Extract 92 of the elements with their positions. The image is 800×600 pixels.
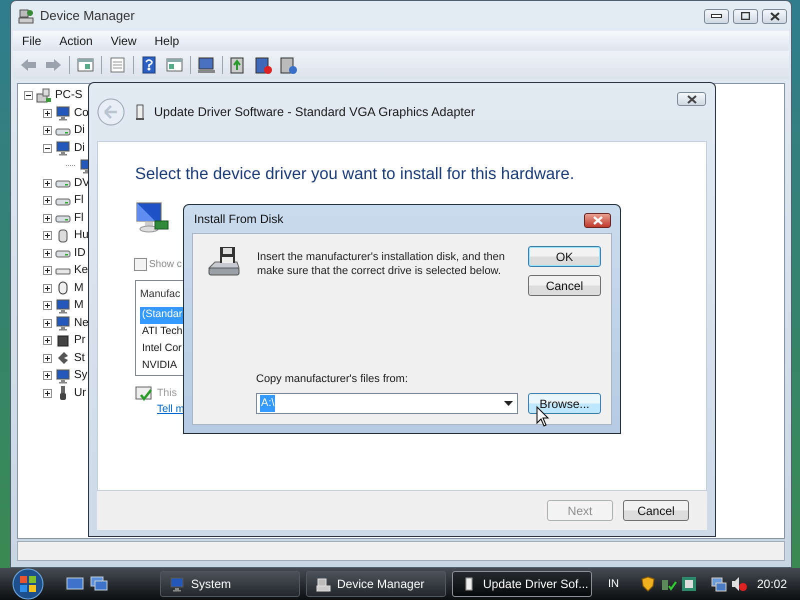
list-item[interactable]: NVIDIA [140,358,178,375]
tree-item[interactable]: Co [74,104,89,122]
collapse-icon[interactable] [24,91,33,100]
tree-item[interactable]: Fl [74,192,84,210]
close-icon [592,216,604,225]
expand-icon[interactable] [43,248,52,258]
tree-item[interactable]: Ne [74,314,89,332]
taskbar-button[interactable]: Update Driver Sof... [452,571,592,597]
maximize-button[interactable] [733,8,758,24]
device-icon [55,368,71,384]
menu-item[interactable]: Help [146,32,188,50]
tree-item[interactable]: Ke [74,262,88,280]
device-icon [55,105,71,122]
device-manager-icon [315,576,331,592]
tree-item[interactable]: M [74,297,84,314]
list-item[interactable]: Intel Cor [140,340,183,358]
certificate-icon [135,386,153,402]
expand-icon[interactable] [43,214,52,223]
language-indicator[interactable]: IN [608,576,619,592]
tree-item[interactable]: Di [74,140,85,157]
collapse-icon[interactable] [43,144,52,153]
computer-icon [169,576,185,592]
expand-icon[interactable] [43,196,52,206]
minimize-icon [711,14,722,18]
close-button[interactable] [584,213,611,228]
expand-icon[interactable] [43,126,52,136]
expand-icon[interactable] [43,301,52,310]
checkbox[interactable] [134,258,147,271]
message-text: Insert the manufacturer's installation disk, and then make sure that the correct drive is selected below. [257,250,506,279]
close-icon [770,12,780,20]
device-icon [55,298,71,314]
menu-item[interactable]: Action [50,32,102,50]
close-button[interactable] [762,8,787,24]
tree-item[interactable]: Pr [74,332,86,350]
device-icon [55,315,71,332]
field-label: Copy manufacturer's files from: [256,372,409,386]
taskbar-button[interactable]: Device Manager [306,571,446,597]
close-button[interactable] [677,92,706,106]
expand-icon[interactable] [43,388,52,398]
expand-icon[interactable] [43,336,52,346]
volume-muted-icon[interactable] [731,576,747,592]
maximize-icon [741,12,750,20]
computer-icon [36,88,52,104]
expand-icon[interactable] [43,108,52,118]
ok-button[interactable]: OK [528,246,601,267]
cancel-button[interactable]: Cancel [528,275,601,296]
dialog-title: Update Driver Software - Standard VGA Graphics Adapter [154,104,475,121]
close-icon [686,94,698,104]
cancel-button[interactable]: Cancel [623,500,689,521]
tree-item[interactable]: PC-S [55,87,82,104]
device-icon [55,140,71,156]
device-icon [55,332,71,349]
clock[interactable]: 20:02 [757,575,788,593]
expand-icon[interactable] [43,371,52,380]
dialog-title: Install From Disk [194,211,284,228]
window-title: Device Manager [40,7,135,26]
taskbar-button[interactable]: System [160,571,300,597]
expand-icon[interactable] [43,231,52,240]
expand-icon[interactable] [43,354,52,363]
tree-item[interactable]: Ur [74,384,86,402]
expand-icon[interactable] [43,318,52,328]
tree-item[interactable]: Di [74,122,85,140]
device-manager-icon [17,7,35,25]
tree-item[interactable]: ID [74,244,86,262]
tree-item[interactable]: Hu [74,227,89,244]
expand-icon[interactable] [43,178,52,188]
tree-item[interactable]: M [74,280,84,297]
panel-icon[interactable] [76,56,95,74]
shield-icon[interactable] [641,576,657,592]
browse-button[interactable]: Browse... [528,393,601,414]
checkbox-label: Show c [149,258,182,272]
graphics-card-icon [134,103,146,121]
tree-item[interactable]: St [74,350,85,367]
expand-icon[interactable] [43,284,52,293]
info-text: This [157,386,178,401]
floppy-drive-icon [207,246,241,278]
properties-icon[interactable] [108,56,127,74]
show-desktop-icon[interactable] [66,576,84,592]
menu-item[interactable]: View [102,32,146,50]
tree-item[interactable]: Fl [74,210,84,227]
caret-icon [504,401,513,406]
heading: Select the device driver you want to install for this hardware. [135,164,576,185]
expand-icon[interactable] [43,266,52,276]
list-item[interactable]: ATI Tech [140,324,184,341]
menu-item[interactable]: File [13,32,50,50]
app-icon[interactable] [681,576,697,592]
panel-icon[interactable] [165,56,184,74]
minimize-button[interactable] [704,8,729,24]
monitor-icon [135,200,169,235]
column-header[interactable]: Manufac [140,282,180,307]
switch-windows-icon[interactable] [90,576,108,592]
tree-item[interactable]: Sy [74,367,88,384]
